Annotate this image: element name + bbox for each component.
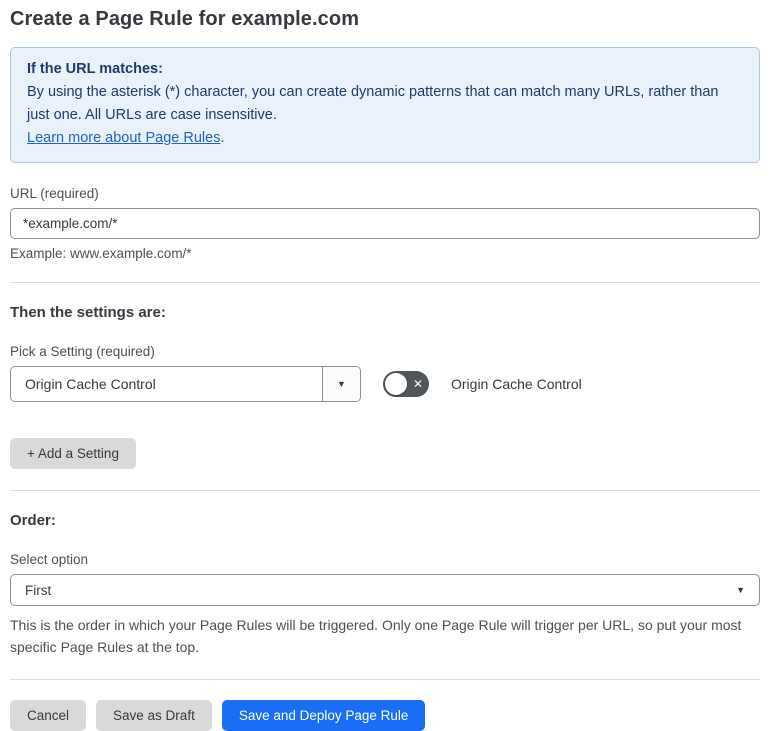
order-select-label: Select option bbox=[10, 552, 89, 567]
divider bbox=[10, 282, 760, 283]
setting-select-caret-cell[interactable]: ▼ bbox=[322, 367, 360, 401]
link-suffix: . bbox=[220, 130, 225, 146]
toggle-knob bbox=[385, 373, 407, 395]
learn-more-link[interactable]: Learn more about Page Rules bbox=[27, 130, 220, 146]
url-input[interactable] bbox=[10, 208, 760, 239]
settings-section-heading: Then the settings are: bbox=[10, 304, 166, 321]
page-title: Create a Page Rule for example.com bbox=[10, 8, 360, 30]
info-box-body: By using the asterisk (*) character, you… bbox=[27, 84, 719, 123]
order-select-value: First bbox=[25, 582, 52, 598]
divider bbox=[10, 490, 760, 491]
order-helper-text: This is the order in which your Page Rul… bbox=[10, 617, 742, 655]
page-rule-form: Create a Page Rule for example.com If th… bbox=[0, 0, 770, 731]
url-match-info-box: If the URL matches: By using the asteris… bbox=[10, 47, 760, 163]
x-icon: ✕ bbox=[412, 377, 423, 391]
caret-down-icon: ▼ bbox=[337, 379, 346, 389]
url-example-helper: Example: www.example.com/* bbox=[10, 246, 192, 261]
save-as-draft-button[interactable]: Save as Draft bbox=[96, 700, 212, 731]
cancel-button[interactable]: Cancel bbox=[10, 700, 87, 731]
info-box-heading: If the URL matches: bbox=[27, 61, 163, 77]
pick-setting-label: Pick a Setting (required) bbox=[10, 344, 155, 359]
toggle-label: Origin Cache Control bbox=[451, 376, 582, 392]
order-section-heading: Order: bbox=[10, 512, 56, 529]
setting-select-value: Origin Cache Control bbox=[25, 376, 156, 392]
caret-down-icon: ▼ bbox=[736, 585, 745, 595]
origin-cache-control-toggle[interactable]: ✕ bbox=[383, 371, 429, 397]
setting-row: Origin Cache Control ▼ ✕ Origin Cache Co… bbox=[10, 366, 760, 402]
add-setting-button[interactable]: + Add a Setting bbox=[10, 438, 136, 469]
setting-select[interactable]: Origin Cache Control ▼ bbox=[10, 366, 361, 402]
save-and-deploy-button[interactable]: Save and Deploy Page Rule bbox=[221, 700, 426, 731]
add-setting-wrap: + Add a Setting bbox=[10, 438, 760, 469]
info-box-link-line: Learn more about Page Rules. bbox=[27, 127, 743, 150]
divider bbox=[10, 679, 760, 680]
form-actions: Cancel Save as Draft Save and Deploy Pag… bbox=[10, 700, 760, 731]
order-select[interactable]: First ▼ bbox=[10, 574, 760, 606]
url-field-label: URL (required) bbox=[10, 186, 99, 201]
